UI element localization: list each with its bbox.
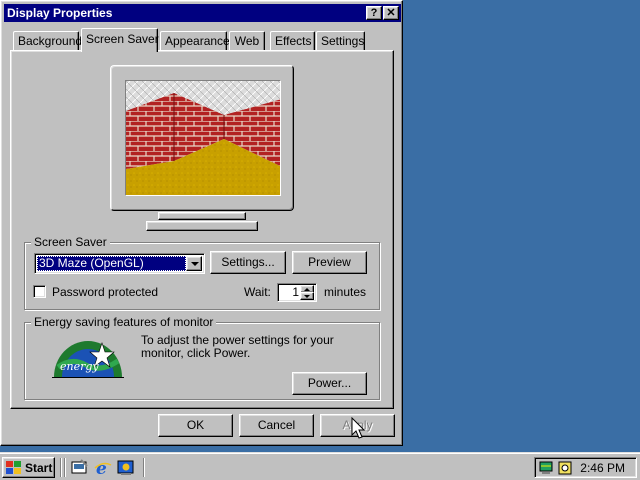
display-settings-icon[interactable] xyxy=(539,460,555,476)
svg-text:energy: energy xyxy=(60,360,99,373)
chevron-down-icon xyxy=(191,262,199,266)
wait-unit-label: minutes xyxy=(324,285,367,299)
system-tray: 2:46 PM xyxy=(534,457,637,478)
wait-spinner[interactable]: 1 xyxy=(277,283,317,302)
settings-button[interactable]: Settings... xyxy=(210,251,286,274)
password-protected-label: Password protected xyxy=(52,285,159,299)
tab-background[interactable]: Background xyxy=(13,31,82,51)
tab-web[interactable]: Web xyxy=(229,31,265,51)
cancel-button[interactable]: Cancel xyxy=(239,414,314,437)
password-protected-checkbox[interactable] xyxy=(33,285,46,298)
maze-preview-image xyxy=(126,81,280,195)
start-label: Start xyxy=(25,461,53,475)
monitor-body xyxy=(110,65,294,216)
screen-saver-preview xyxy=(125,80,281,196)
arrow-down-icon xyxy=(304,295,310,298)
internet-explorer-icon[interactable]: e xyxy=(94,459,112,476)
tab-screen-saver[interactable]: Screen Saver xyxy=(81,28,159,52)
dropdown-arrow-button[interactable] xyxy=(186,256,202,271)
wait-decrease-button[interactable] xyxy=(300,292,314,300)
taskbar-separator xyxy=(143,458,145,477)
scheduler-icon[interactable] xyxy=(557,460,573,476)
monitor-preview xyxy=(110,65,294,235)
energy-description: To adjust the power settings for your mo… xyxy=(141,333,334,360)
energy-group-label: Energy saving features of monitor xyxy=(31,315,217,329)
window-title: Display Properties xyxy=(7,6,113,20)
taskbar: Start e 2:46 PM xyxy=(0,452,640,480)
svg-text:e: e xyxy=(96,459,107,476)
mouse-cursor-icon xyxy=(351,417,365,439)
windows-logo-icon xyxy=(6,461,21,474)
channels-icon[interactable] xyxy=(117,459,135,476)
title-bar[interactable]: Display Properties ? ✕ xyxy=(4,4,401,22)
taskbar-separator xyxy=(64,458,66,477)
monitor-base xyxy=(146,221,258,231)
wait-label: Wait: xyxy=(244,285,271,299)
show-desktop-icon[interactable] xyxy=(71,459,89,476)
energy-star-logo: energy xyxy=(52,337,124,379)
wait-value[interactable]: 1 xyxy=(278,285,299,299)
start-button[interactable]: Start xyxy=(2,457,55,478)
screen-saver-dropdown[interactable]: 3D Maze (OpenGL) xyxy=(34,253,205,274)
tab-effects[interactable]: Effects xyxy=(270,31,315,51)
clock[interactable]: 2:46 PM xyxy=(580,461,625,475)
screen-saver-selected: 3D Maze (OpenGL) xyxy=(37,256,186,271)
monitor-neck xyxy=(158,212,246,220)
arrow-up-icon xyxy=(304,288,310,291)
preview-button[interactable]: Preview xyxy=(292,251,367,274)
help-button[interactable]: ? xyxy=(366,6,382,20)
screen-saver-group-label: Screen Saver xyxy=(31,235,110,249)
tab-appearance[interactable]: Appearance xyxy=(160,31,230,51)
tab-settings[interactable]: Settings xyxy=(316,31,365,51)
taskbar-separator xyxy=(60,458,62,477)
power-button[interactable]: Power... xyxy=(292,372,367,395)
close-button[interactable]: ✕ xyxy=(383,6,399,20)
ok-button[interactable]: OK xyxy=(158,414,233,437)
